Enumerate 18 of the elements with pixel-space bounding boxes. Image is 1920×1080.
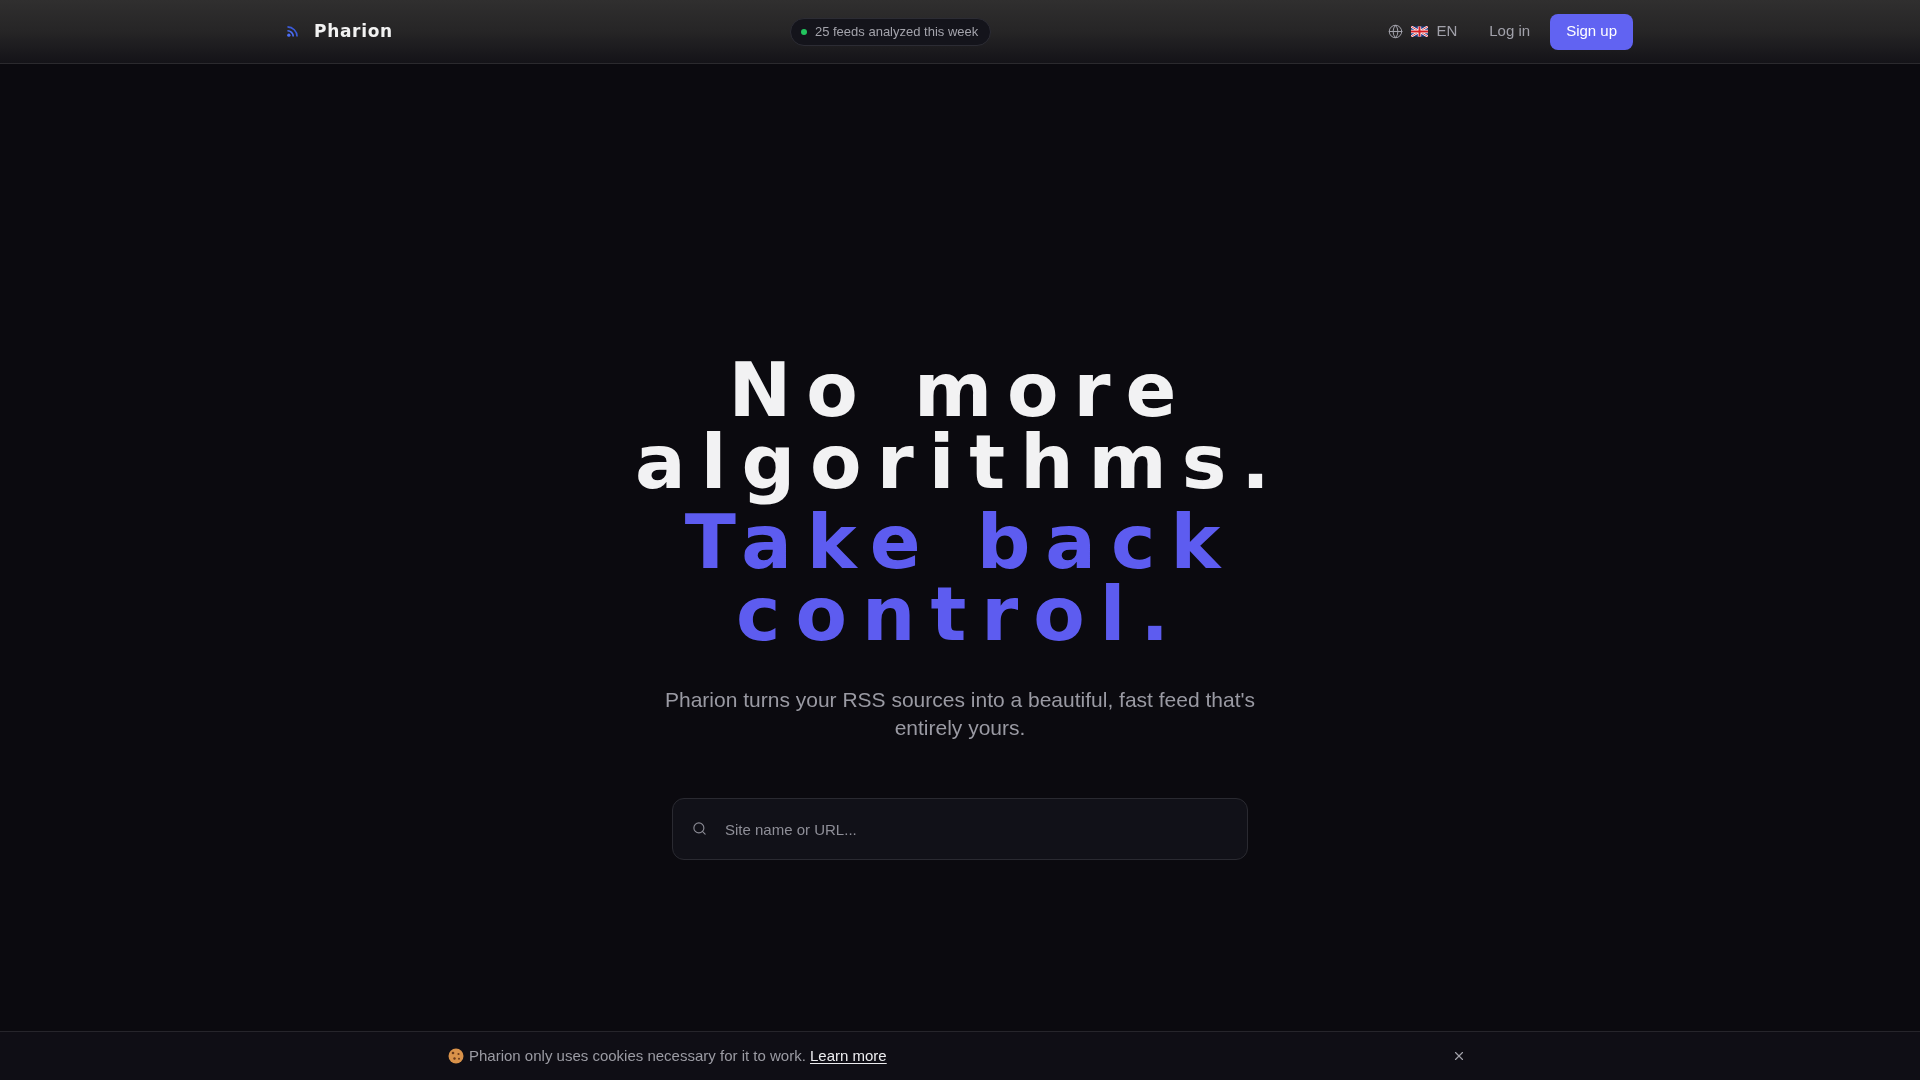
hero-subtitle: Pharion turns your RSS sources into a beautiful, fast feed that's entirely yours. (664, 687, 1256, 741)
login-link[interactable]: Log in (1489, 20, 1531, 43)
flag-icon (1411, 26, 1429, 37)
search-icon (692, 821, 707, 836)
learn-more-link[interactable]: Learn more (810, 1046, 887, 1064)
signup-button[interactable]: Sign up (1550, 13, 1633, 50)
logo-wordmark[interactable]: Pharion (314, 18, 393, 45)
rss-icon (287, 26, 298, 37)
language-selector[interactable]: EN (1388, 20, 1458, 43)
search-field[interactable]: Site name or URL... (672, 798, 1248, 860)
globe-icon (1388, 24, 1404, 39)
cookie-icon (448, 1048, 464, 1064)
status-dot-icon (800, 28, 807, 35)
badge-text: 25 feeds analyzed this week (814, 22, 979, 41)
headline-text: Take back control. (684, 506, 1236, 658)
headline-text: No more algorithms. (634, 354, 1286, 506)
close-icon (1452, 1049, 1466, 1063)
cookie-message: Pharion only uses cookies necessary for it to work. Learn more (469, 1045, 887, 1066)
